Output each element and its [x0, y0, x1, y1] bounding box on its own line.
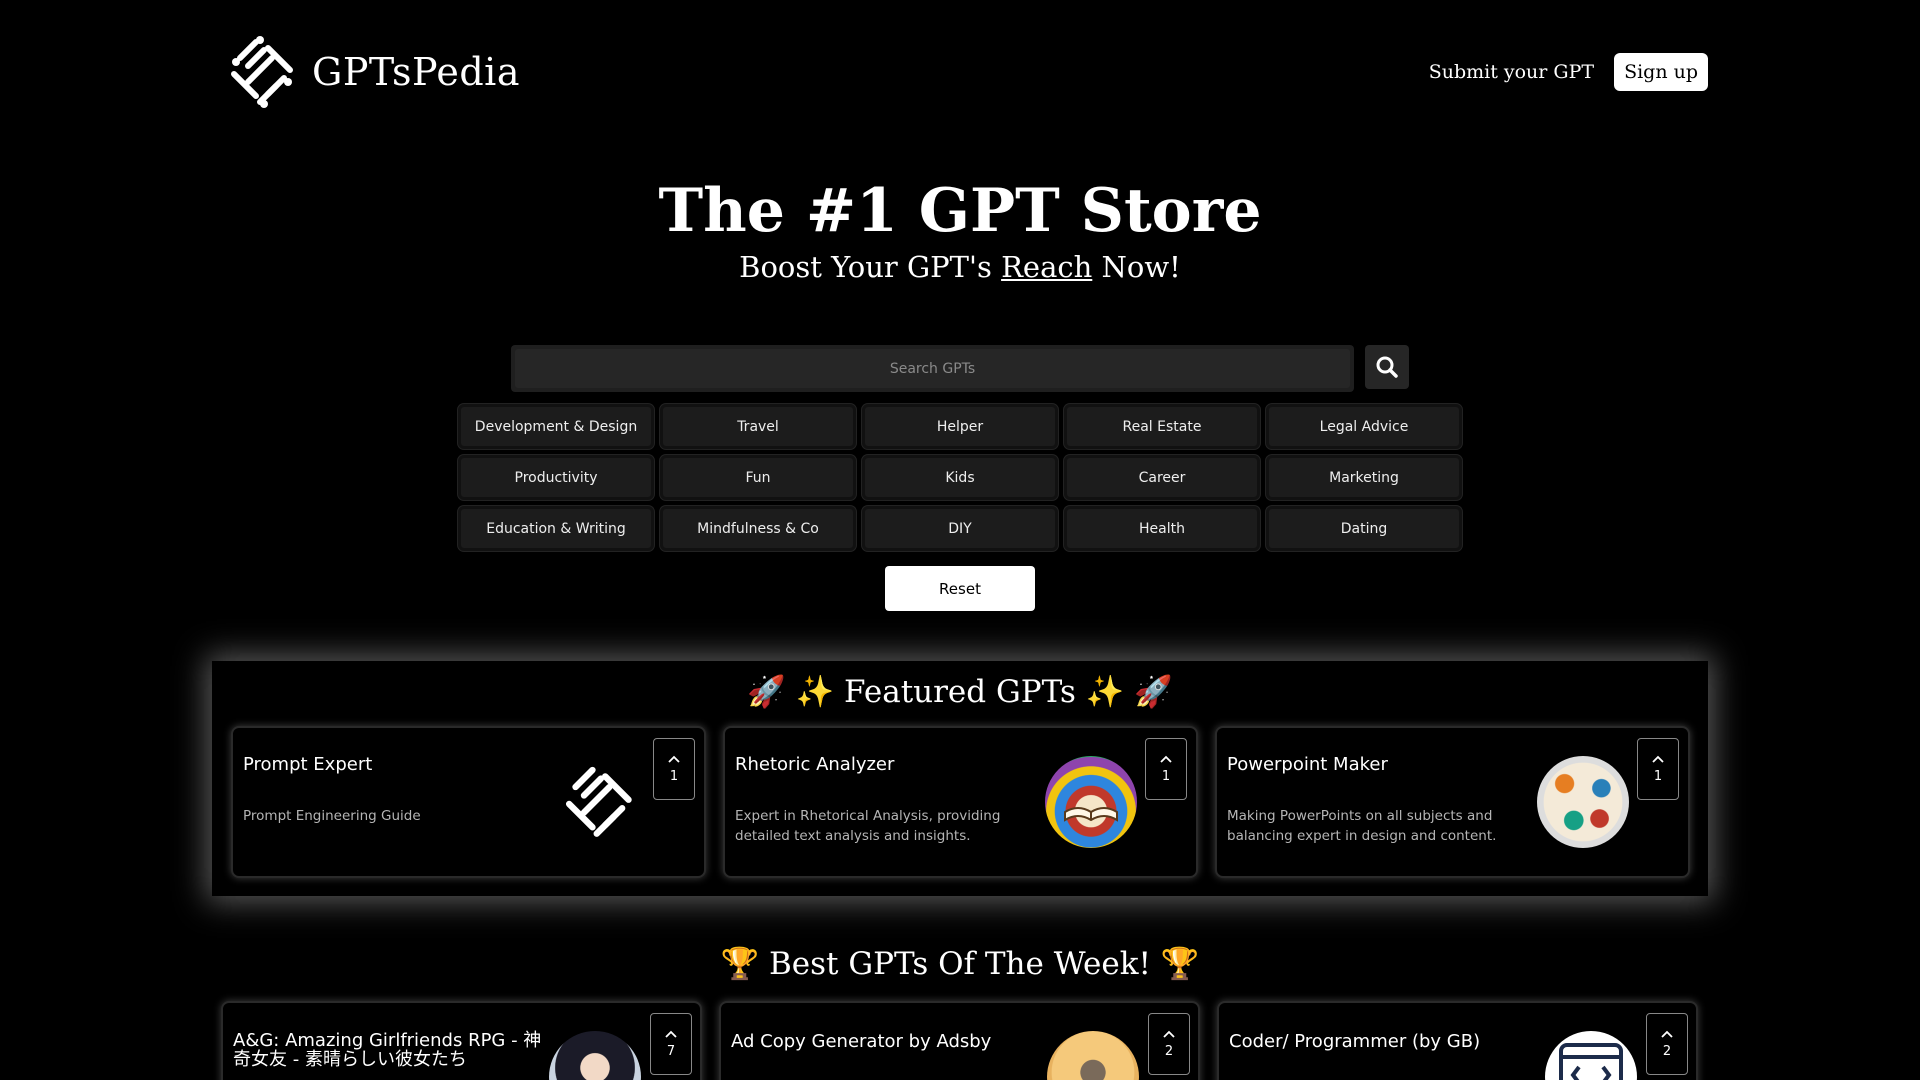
- open-book-icon: [1064, 807, 1118, 822]
- search-bar: [511, 345, 1354, 392]
- upvote-button[interactable]: 2: [1646, 1013, 1688, 1075]
- vote-count: 1: [1161, 768, 1171, 784]
- best-week-title: 🏆 Best GPTs Of The Week! 🏆: [720, 946, 1200, 982]
- category-fun[interactable]: Fun: [660, 455, 856, 500]
- book-icon: [1045, 756, 1137, 848]
- header-nav: Submit your GPT Sign up: [1429, 53, 1708, 91]
- chevron-up-icon: [1163, 1030, 1175, 1038]
- chevron-up-icon: [1652, 755, 1664, 763]
- vote-count: 2: [1164, 1043, 1174, 1059]
- card-title: Ad Copy Generator by Adsby: [731, 1031, 992, 1052]
- card-description: Prompt Engineering Guide: [243, 808, 421, 824]
- category-education-writing[interactable]: Education & Writing: [458, 506, 654, 551]
- hero-title: The #1 GPT Store: [658, 176, 1262, 246]
- chevron-up-icon: [668, 755, 680, 763]
- upvote-button[interactable]: 1: [1637, 738, 1679, 800]
- card-title: A&G: Amazing Girlfriends RPG - 神奇女友 - 素晴…: [233, 1030, 542, 1070]
- logo-icon: [565, 766, 632, 837]
- search-icon: [1376, 356, 1398, 378]
- chevron-up-icon: [1160, 755, 1172, 763]
- vote-count: 1: [669, 768, 679, 784]
- chevron-up-icon: [1661, 1030, 1673, 1038]
- microphone-icon: [1047, 1031, 1139, 1080]
- category-helper[interactable]: Helper: [862, 404, 1058, 449]
- code-window-icon: [1545, 1031, 1637, 1080]
- category-diy[interactable]: DIY: [862, 506, 1058, 551]
- colorful-objects-icon: [1537, 756, 1629, 848]
- signup-button[interactable]: Sign up: [1614, 53, 1708, 91]
- upvote-button[interactable]: 1: [653, 738, 695, 800]
- upvote-button[interactable]: 2: [1148, 1013, 1190, 1075]
- category-development-design[interactable]: Development & Design: [458, 404, 654, 449]
- vote-count: 2: [1662, 1043, 1672, 1059]
- vote-count: 1: [1653, 768, 1663, 784]
- best-card[interactable]: A&G: Amazing Girlfriends RPG - 神奇女友 - 素晴…: [221, 1001, 702, 1080]
- chevron-up-icon: [665, 1030, 677, 1038]
- card-description: Expert in Rhetorical Analysis, providing…: [735, 808, 1001, 844]
- logo-icon: [231, 36, 293, 108]
- card-title: Coder/ Programmer (by GB): [1229, 1031, 1481, 1052]
- code-window-drawing: [1559, 1043, 1623, 1080]
- category-health[interactable]: Health: [1064, 506, 1260, 551]
- category-marketing[interactable]: Marketing: [1266, 455, 1462, 500]
- hero-subtitle: Boost Your GPT's Reach Now!: [0, 250, 1920, 284]
- hero-reach-link[interactable]: Reach: [1001, 250, 1092, 284]
- category-mindfulness[interactable]: Mindfulness & Co: [660, 506, 856, 551]
- category-real-estate[interactable]: Real Estate: [1064, 404, 1260, 449]
- featured-title: 🚀 ✨ Featured GPTs ✨ 🚀: [747, 674, 1173, 710]
- featured-card[interactable]: Powerpoint Maker Making PowerPoints on a…: [1215, 726, 1690, 878]
- featured-card[interactable]: Rhetoric Analyzer Expert in Rhetorical A…: [723, 726, 1198, 878]
- search-input[interactable]: [515, 349, 1350, 388]
- category-grid: Development & Design Travel Helper Real …: [458, 404, 1462, 551]
- vote-count: 7: [666, 1043, 676, 1059]
- anime-avatar: [549, 1031, 641, 1080]
- category-legal-advice[interactable]: Legal Advice: [1266, 404, 1462, 449]
- site-logo[interactable]: GPTsPedia: [226, 36, 520, 108]
- category-travel[interactable]: Travel: [660, 404, 856, 449]
- upvote-button[interactable]: 7: [650, 1013, 692, 1075]
- card-title: Prompt Expert: [243, 754, 373, 775]
- category-kids[interactable]: Kids: [862, 455, 1058, 500]
- gpt-image: [553, 756, 645, 848]
- category-career[interactable]: Career: [1064, 455, 1260, 500]
- featured-card[interactable]: Prompt Expert Prompt Engineering Guide 1: [231, 726, 706, 878]
- reset-button[interactable]: Reset: [885, 566, 1035, 611]
- logo-text: GPTsPedia: [312, 50, 520, 94]
- category-dating[interactable]: Dating: [1266, 506, 1462, 551]
- upvote-button[interactable]: 1: [1145, 738, 1187, 800]
- featured-section: 🚀 ✨ Featured GPTs ✨ 🚀 Prompt Expert Prom…: [212, 661, 1708, 896]
- hero-subtitle-start: Boost Your GPT's: [739, 250, 1002, 284]
- submit-gpt-link[interactable]: Submit your GPT: [1429, 61, 1594, 83]
- card-title: Rhetoric Analyzer: [735, 754, 895, 775]
- card-title: Powerpoint Maker: [1227, 754, 1388, 775]
- hero-subtitle-end: Now!: [1092, 250, 1181, 284]
- category-productivity[interactable]: Productivity: [458, 455, 654, 500]
- search-button[interactable]: [1365, 345, 1409, 389]
- best-card[interactable]: Ad Copy Generator by Adsby 2: [719, 1001, 1200, 1080]
- best-card[interactable]: Coder/ Programmer (by GB) 2: [1217, 1001, 1698, 1080]
- card-description: Making PowerPoints on all subjects and b…: [1227, 808, 1497, 844]
